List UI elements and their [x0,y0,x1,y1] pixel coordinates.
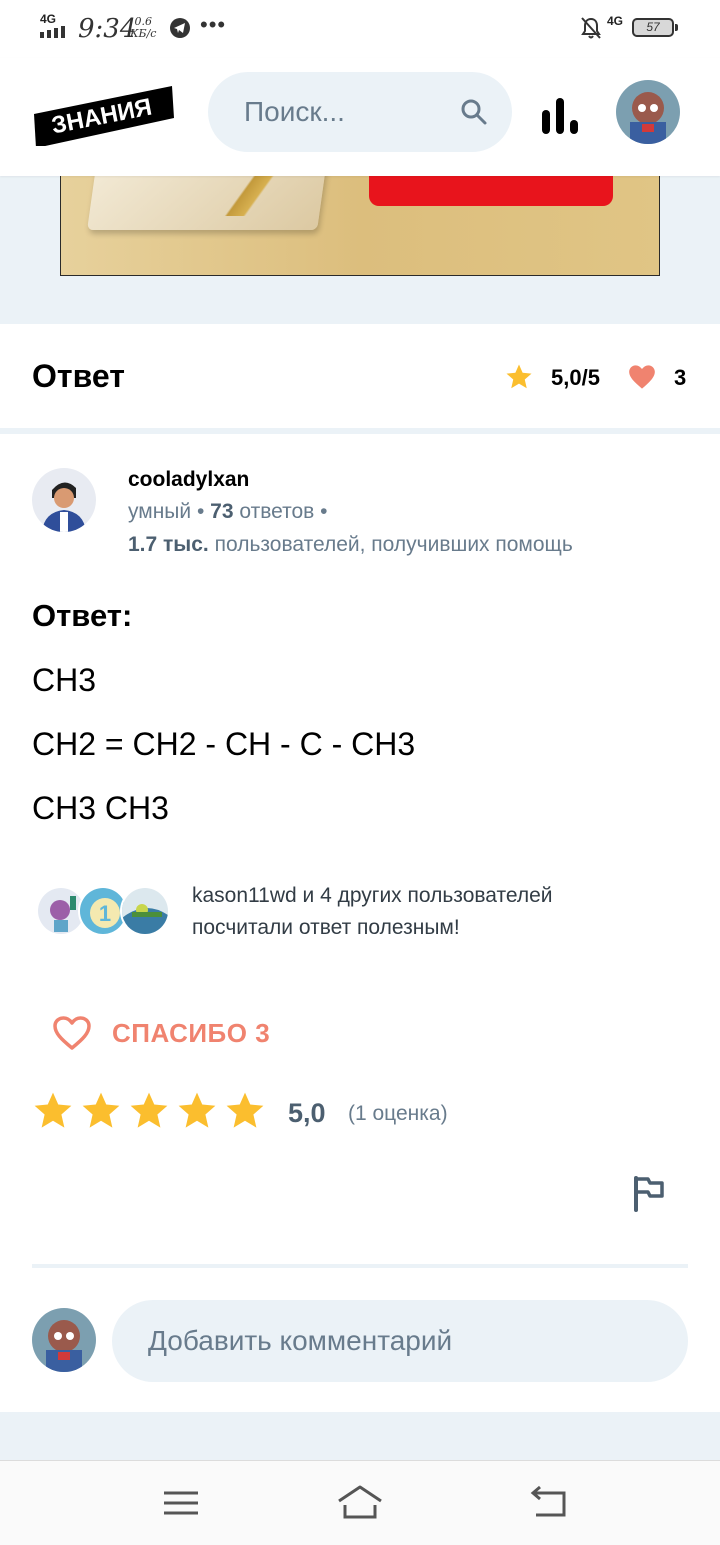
search-box[interactable] [208,72,512,152]
thanks-label: СПАСИБО 3 [112,1017,271,1048]
rate-star-1[interactable] [32,1090,74,1132]
author-meta: умный • 73 ответов • [128,500,328,524]
author-help: 1.7 тыс. пользователей, получивших помощ… [128,533,573,557]
author-helped-label: пользователей, получивших помощь [214,533,573,556]
meta-separator: • [196,500,211,523]
author-rank: умный [128,500,192,523]
network-type-left: 4G [40,12,57,26]
comment-input[interactable] [148,1300,648,1382]
rate-star-2[interactable] [80,1090,122,1132]
home-icon[interactable] [335,1481,385,1525]
report-flag-icon[interactable] [632,1174,666,1212]
answer-line: CH3 CH3 [32,790,169,826]
author-answers-label: ответов [239,500,315,523]
menu-icon[interactable] [156,1481,206,1525]
thanks-count: 3 [674,365,687,390]
signal-icon [40,26,65,38]
rating-average: 5,0 [288,1098,326,1128]
ad-area [0,176,720,324]
meta-separator: • [320,500,328,523]
battery-icon: 57 [632,18,678,37]
author-avatar[interactable] [32,468,96,532]
ad-banner[interactable] [60,176,660,276]
bottom-spacer [0,1412,720,1460]
rate-star-3[interactable] [128,1090,170,1132]
comment-divider [32,1264,688,1268]
znaniya-logo[interactable]: ЗНАНИЯ [34,86,174,148]
telegram-icon [170,18,190,38]
user-avatar[interactable] [616,80,680,144]
helpful-users-avatars[interactable]: 1 [36,886,170,938]
network-speed: 0.6 КБ/с [130,16,156,40]
helper-avatar [120,886,170,936]
helpful-text: kason11wd и 4 других пользователей посчи… [192,880,632,944]
helpful-text-line: посчитали ответ полезным! [192,916,460,939]
answer-section-title: Ответ [32,358,125,394]
author-helped-count: 1.7 тыс. [128,533,209,556]
search-input[interactable] [244,72,464,152]
author-name[interactable]: cooladylxan [128,468,249,492]
answer-line: CH2 = CH2 - CH - C - CH3 [32,726,416,762]
section-divider [0,428,720,434]
helpful-text-line: kason11wd и 4 других пользователей [192,884,553,907]
stats-icon[interactable] [540,96,580,136]
star-rating[interactable] [32,1090,266,1132]
search-icon[interactable] [460,98,488,126]
heart-outline-icon [53,1016,91,1050]
author-answers-count: 73 [210,500,234,523]
ad-cta-button[interactable] [369,176,613,206]
rating-value: 5,0/5 [551,365,600,390]
rate-star-5[interactable] [224,1090,266,1132]
thanks-button[interactable]: СПАСИБО 3 [48,1006,308,1060]
rating-count: (1 оценка) [348,1102,448,1125]
answer-header: Ответ 5,0/5 3 [0,324,720,428]
svg-text:1: 1 [99,901,111,926]
commenter-avatar [32,1308,96,1372]
rating-star-icon [506,364,532,389]
heart-icon [629,365,655,389]
ad-product-image [87,176,329,230]
answer-line: CH3 [32,662,97,698]
rate-star-4[interactable] [176,1090,218,1132]
status-bar: 4G 9:34 0.6 КБ/с ••• 4G 57 [0,0,720,58]
network-speed-unit: КБ/с [130,27,157,40]
system-nav-bar [0,1460,720,1545]
status-time: 9:34 [78,14,137,44]
answer-body-label: Ответ: [32,598,133,633]
comment-box[interactable] [112,1300,688,1382]
mute-bell-icon [580,16,602,40]
network-type-right: 4G [607,14,624,28]
app-header: ЗНАНИЯ [0,58,720,176]
back-icon[interactable] [524,1481,574,1525]
more-notifications-icon: ••• [200,12,227,37]
